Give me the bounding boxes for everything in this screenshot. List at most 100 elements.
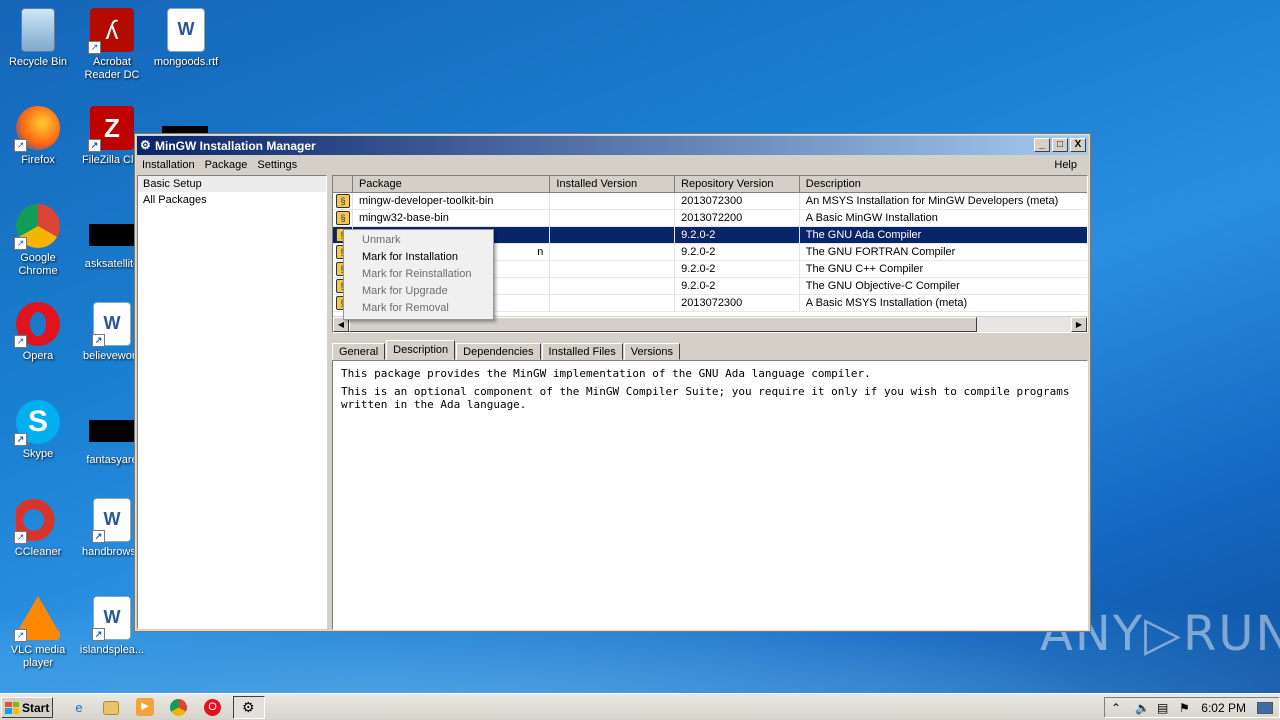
table-header: Package Installed Version Repository Ver… (333, 176, 1087, 193)
column-repository-version[interactable]: Repository Version (675, 176, 800, 193)
installed-version (550, 243, 676, 261)
recycle-bin-icon[interactable]: Recycle Bin (0, 8, 76, 69)
show-hidden-icons-icon[interactable]: ⌃ (1111, 701, 1121, 715)
category-all-packages[interactable]: All Packages (138, 192, 326, 208)
system-tray: ⌃ 🔈 ▤ ⚑ 6:02 PM (1104, 697, 1280, 718)
skype-icon: S ↗ (14, 400, 60, 446)
package-name: mingw32-base-bin (353, 209, 551, 227)
chrome-icon: ↗ (14, 204, 60, 250)
tab-general[interactable]: General (332, 343, 386, 360)
table-row[interactable]: § mingw32-base-bin 2013072200 A Basic Mi… (333, 209, 1087, 227)
file-explorer-icon[interactable] (103, 701, 119, 715)
menu-help[interactable]: Help (1049, 159, 1082, 171)
mingw-taskbar-button[interactable]: ⚙ (233, 696, 265, 719)
scroll-right-arrow-icon[interactable]: ▶ (1071, 317, 1087, 332)
mongoods-desktop-icon[interactable]: W mongoods.rtf (148, 8, 224, 69)
volume-icon[interactable]: 🔈 (1135, 701, 1150, 715)
ccleaner-desktop-icon[interactable]: ↗ CCleaner (0, 498, 76, 559)
vlc-cone-icon: ↗ (14, 596, 60, 642)
title-bar[interactable]: ⚙ MinGW Installation Manager _ □ X (137, 136, 1088, 155)
start-button[interactable]: Start (1, 697, 53, 718)
action-center-flag-icon[interactable]: ⚑ (1179, 701, 1190, 715)
tab-installed-files[interactable]: Installed Files (541, 343, 623, 360)
desktop-icon-label: islandsplea... (79, 644, 145, 656)
package-description: A Basic MinGW Installation (805, 211, 938, 224)
chrome-taskbar-icon[interactable] (170, 699, 187, 716)
column-installed-version[interactable]: Installed Version (550, 176, 676, 193)
status-column-header[interactable] (333, 176, 353, 193)
details-tabs: General Description Dependencies Install… (332, 340, 681, 360)
skype-desktop-icon[interactable]: S ↗ Skype (0, 400, 76, 461)
show-desktop-icon[interactable] (1257, 702, 1273, 714)
window-title: MinGW Installation Manager (155, 138, 316, 153)
ccleaner-icon: ↗ (14, 498, 60, 544)
desktop-icon-label: Firefox (21, 154, 55, 166)
category-basic-setup[interactable]: Basic Setup (138, 176, 326, 192)
repository-version: 9.2.0-2 (675, 260, 800, 278)
word-document-icon: W ↗ (92, 302, 131, 347)
description-line: This package provides the MinGW implemen… (341, 367, 871, 380)
acrobat-icon: ʎ ↗ (88, 8, 134, 54)
media-player-icon[interactable]: ▶ (136, 698, 154, 716)
package-description: An MSYS Installation for MinGW Developer… (805, 194, 1059, 207)
redacted-icon (89, 224, 135, 246)
table-row[interactable]: § mingw-developer-toolkit-bin 2013072300… (333, 192, 1087, 210)
repository-version: 9.2.0-2 (675, 226, 800, 244)
close-button[interactable]: X (1070, 138, 1086, 152)
package-context-menu: Unmark Mark for Installation Mark for Re… (343, 229, 494, 320)
desktop-icon-label: CCleaner (14, 546, 62, 558)
start-label: Start (22, 700, 50, 715)
menu-installation[interactable]: Installation (137, 159, 200, 171)
acrobat-desktop-icon[interactable]: ʎ ↗ Acrobat Reader DC (74, 8, 150, 82)
menu-item-mark-for-upgrade[interactable]: Mark for Upgrade (344, 283, 493, 300)
maximize-button[interactable]: □ (1052, 138, 1068, 152)
mingw-installation-manager-window: ⚙ MinGW Installation Manager _ □ X Insta… (134, 133, 1091, 632)
vlc-desktop-icon[interactable]: ↗ VLC media player (0, 596, 76, 670)
menu-settings[interactable]: Settings (252, 159, 302, 171)
opera-desktop-icon[interactable]: ↗ Opera (0, 302, 76, 363)
installed-version (550, 209, 676, 227)
description-line: This is an optional component of the Min… (341, 385, 1070, 411)
package-description: A Basic MSYS Installation (meta) (805, 296, 968, 309)
tab-versions[interactable]: Versions (623, 343, 680, 360)
repository-version: 2013072200 (675, 209, 800, 227)
tab-description[interactable]: Description (386, 340, 456, 360)
desktop-icon-label: VLC media player (10, 644, 66, 669)
redacted-icon (89, 420, 135, 442)
minimize-button[interactable]: _ (1034, 138, 1050, 152)
desktop-icon-label: Google Chrome (18, 252, 58, 277)
tab-dependencies[interactable]: Dependencies (456, 343, 541, 360)
firefox-icon: ↗ (14, 106, 60, 152)
firefox-desktop-icon[interactable]: ↗ Firefox (0, 106, 76, 167)
column-description[interactable]: Description (799, 176, 1087, 193)
menu-item-mark-for-reinstallation[interactable]: Mark for Reinstallation (344, 266, 493, 283)
internet-explorer-icon[interactable]: e (69, 698, 89, 718)
menu-package[interactable]: Package (200, 159, 253, 171)
taskbar: Start e ▶ O ⚙ ⌃ 🔈 ▤ ⚑ 6:02 PM (0, 693, 1280, 720)
column-package[interactable]: Package (352, 176, 551, 193)
desktop-icon-label: Acrobat Reader DC (84, 56, 140, 81)
chrome-desktop-icon[interactable]: ↗ Google Chrome (0, 204, 76, 278)
menu-item-mark-for-removal[interactable]: Mark for Removal (344, 300, 493, 317)
clock[interactable]: 6:02 PM (1201, 701, 1246, 715)
repository-version: 2013072300 (675, 294, 800, 312)
package-status-icon[interactable]: § (336, 210, 350, 225)
package-name: mingw-developer-toolkit-bin (353, 192, 551, 210)
package-status-icon[interactable]: § (336, 193, 350, 208)
installed-version (550, 260, 676, 278)
desktop-icon-label: Skype (22, 448, 54, 460)
package-description: The GNU Objective-C Compiler (805, 279, 960, 292)
menu-item-unmark[interactable]: Unmark (344, 232, 493, 249)
package-description: The GNU FORTRAN Compiler (805, 245, 956, 258)
desktop-icon-label: Recycle Bin (8, 56, 68, 68)
installed-version (550, 226, 676, 244)
repository-version: 2013072300 (675, 192, 800, 210)
network-icon[interactable]: ▤ (1157, 701, 1168, 715)
installed-version (550, 294, 676, 312)
opera-taskbar-icon[interactable]: O (204, 699, 221, 716)
installed-version (550, 192, 676, 210)
filezilla-icon: Z ↗ (88, 106, 134, 152)
menu-item-mark-for-installation[interactable]: Mark for Installation (344, 249, 493, 266)
package-description: The GNU C++ Compiler (805, 262, 924, 275)
mingw-app-icon: ⚙ (140, 138, 151, 152)
